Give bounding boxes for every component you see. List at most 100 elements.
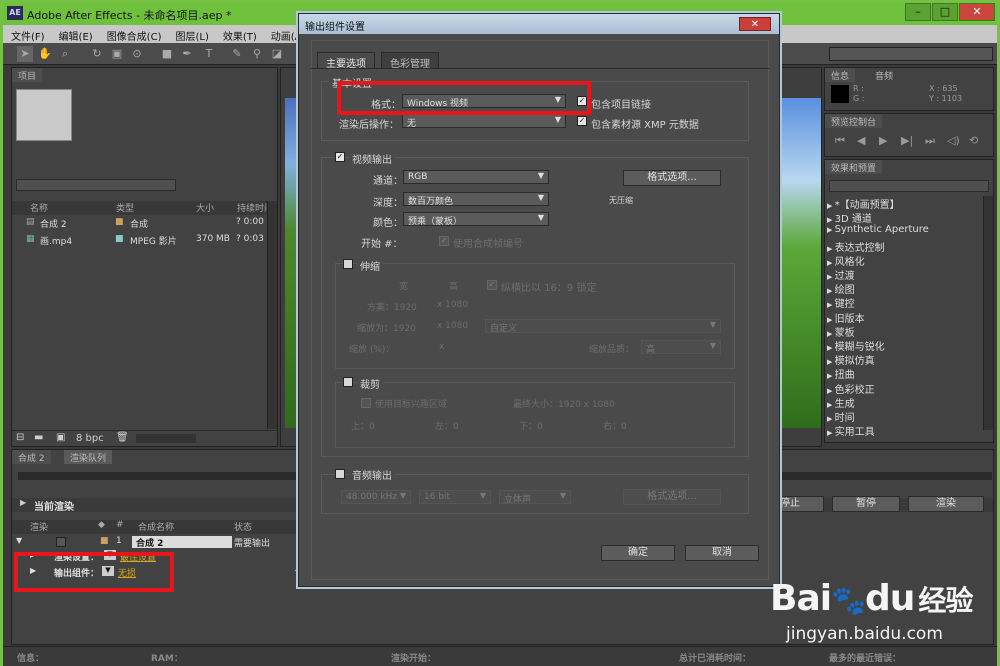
stretch-preset-select[interactable]: 自定义 ▼ [485,319,721,334]
menu-effect[interactable]: 效果(T) [215,25,263,43]
video-output-checkbox[interactable]: ✓ [335,152,345,162]
format-options-button[interactable]: 格式选项... [623,170,721,186]
color-select[interactable]: 预乘（蒙板） ▼ [403,212,549,227]
depth-select[interactable]: 数百万颜色 ▼ [403,192,549,207]
maximize-button[interactable]: □ [932,3,958,21]
expand-icon[interactable]: ▶ [827,358,835,366]
expand-icon[interactable]: ▶ [827,316,835,324]
channel-select[interactable]: RGB ▼ [403,170,549,184]
expand-icon[interactable]: ▼ [16,536,22,545]
minimize-button[interactable]: – [905,3,931,21]
lock-aspect-checkbox[interactable]: ✓ [487,280,497,290]
project-item-row[interactable]: ▤ 合成 2 ■ 合成 ? 0:00 [12,217,277,231]
effect-category-item[interactable]: ▶ 绘图 [827,281,855,296]
expand-icon[interactable]: ▶ [827,415,835,423]
expand-icon[interactable]: ▶ [827,301,835,309]
play-icon[interactable]: ▶ [879,134,887,147]
col-number[interactable]: # [116,520,124,530]
render-item-row[interactable]: ▼ ■ 1 合成 2 需要输出 [12,536,302,550]
expand-icon[interactable]: ▶ [827,245,835,253]
effect-category-item[interactable]: ▶ 实用工具 [827,423,875,438]
col-type[interactable]: 类型 [116,201,134,214]
audio-format-options-button[interactable]: 格式选项... [623,489,721,505]
effect-category-item[interactable]: ▶ 3D 通道 [827,210,872,225]
tab-color-management[interactable]: 色彩管理 [381,52,439,70]
effects-scrollbar[interactable] [983,196,993,430]
use-comp-frame-checkbox[interactable]: ✓ [439,236,449,246]
rotate-tool-icon[interactable]: ↻ [89,46,105,62]
audio-channels-select[interactable]: 立体声 ▼ [499,490,571,505]
bit-depth-label[interactable]: 8 bpc [76,433,104,444]
crop-left[interactable]: 左：0 [435,419,459,432]
post-render-select[interactable]: 无 ▼ [402,114,566,129]
effect-category-item[interactable]: ▶ 键控 [827,295,855,310]
effect-category-item[interactable]: ▶ 生成 [827,395,855,410]
hand-tool-icon[interactable]: ✋ [37,46,53,62]
preview-tab[interactable]: 预览控制台 [825,114,883,128]
expand-icon[interactable]: ▶ [827,330,835,338]
eraser-tool-icon[interactable]: ◪ [269,46,285,62]
crop-bottom[interactable]: 下：0 [519,419,543,432]
effect-category-item[interactable]: ▶ 扭曲 [827,366,855,381]
pan-behind-tool-icon[interactable]: ⊙ [129,46,145,62]
menu-layer[interactable]: 图层(L) [167,25,214,43]
first-frame-icon[interactable]: ⏮ [835,134,845,148]
stretch-checkbox[interactable] [343,259,353,269]
effect-category-item[interactable]: ▶ 色彩校正 [827,381,875,396]
close-button[interactable]: ✕ [959,3,995,21]
menu-composition[interactable]: 图像合成(C) [99,25,168,43]
project-search-input[interactable] [16,179,176,191]
pen-tool-icon[interactable]: ✒ [179,46,195,62]
crop-right[interactable]: 右：0 [603,419,627,432]
cancel-button[interactable]: 取消 [685,545,759,561]
use-roi-checkbox[interactable] [361,398,371,408]
selection-tool-icon[interactable]: ➤ [17,46,33,62]
camera-tool-icon[interactable]: ▣ [109,46,125,62]
menu-edit[interactable]: 编辑(E) [51,25,99,43]
col-name[interactable]: 名称 [30,201,48,214]
expand-icon[interactable]: ▶ [827,287,835,295]
info-tab[interactable]: 信息 [825,68,856,82]
prev-frame-icon[interactable]: ◀ [857,134,865,147]
project-item-row[interactable]: ▦ 画.mp4 ■ MPEG 影片 370 MB ? 0:03 [12,234,277,248]
ok-button[interactable]: 确定 [601,545,675,561]
expand-icon[interactable]: ▶ [827,273,835,281]
crop-top[interactable]: 上：0 [351,419,375,432]
dialog-close-button[interactable]: ✕ [739,17,771,31]
expand-icon[interactable]: ▶ [827,226,835,234]
rectangle-tool-icon[interactable]: ■ [159,46,175,62]
effect-category-item[interactable]: ▶ 表达式控制 [827,239,885,254]
expand-icon[interactable]: ▶ [827,344,835,352]
col-status[interactable]: 状态 [234,520,252,533]
disclosure-icon[interactable]: ▶ [20,498,26,507]
brush-tool-icon[interactable]: ✎ [229,46,245,62]
render-button[interactable]: 渲染 [908,496,984,512]
audio-icon[interactable]: ◁) [947,134,960,147]
loop-icon[interactable]: ⟲ [969,134,978,147]
menu-file[interactable]: 文件(F) [3,25,51,43]
expand-icon[interactable]: ▶ [827,259,835,267]
next-frame-icon[interactable]: ▶| [901,134,913,147]
tab-composition[interactable]: 合成 2 [12,450,51,464]
col-render[interactable]: 渲染 [30,520,48,533]
expand-icon[interactable]: ▶ [827,429,835,437]
interpret-footage-icon[interactable]: ⊟ [16,432,24,443]
col-size[interactable]: 大小 [196,201,214,214]
clone-tool-icon[interactable]: ⚲ [249,46,265,62]
pause-button[interactable]: 暂停 [832,496,900,512]
project-scrollbar-h[interactable] [136,434,196,443]
effect-category-item[interactable]: ▶ 风格化 [827,253,865,268]
effect-category-item[interactable]: ▶ 旧版本 [827,310,865,325]
project-scrollbar-v[interactable] [267,201,277,429]
audio-output-checkbox[interactable] [335,469,345,479]
effects-search-input[interactable] [829,180,989,192]
col-comp-name[interactable]: 合成名称 [138,520,174,533]
stretch-quality-select[interactable]: 高 ▼ [641,340,721,355]
expand-icon[interactable]: ▶ [827,401,835,409]
effect-category-item[interactable]: ▶ Synthetic Aperture [827,224,929,235]
expand-icon[interactable]: ▶ [827,387,835,395]
audio-tab[interactable]: 音频 [869,68,899,82]
trash-icon[interactable]: 🗑 [116,432,129,443]
tab-main-options[interactable]: 主要选项 [317,52,375,70]
text-tool-icon[interactable]: T [201,46,217,62]
